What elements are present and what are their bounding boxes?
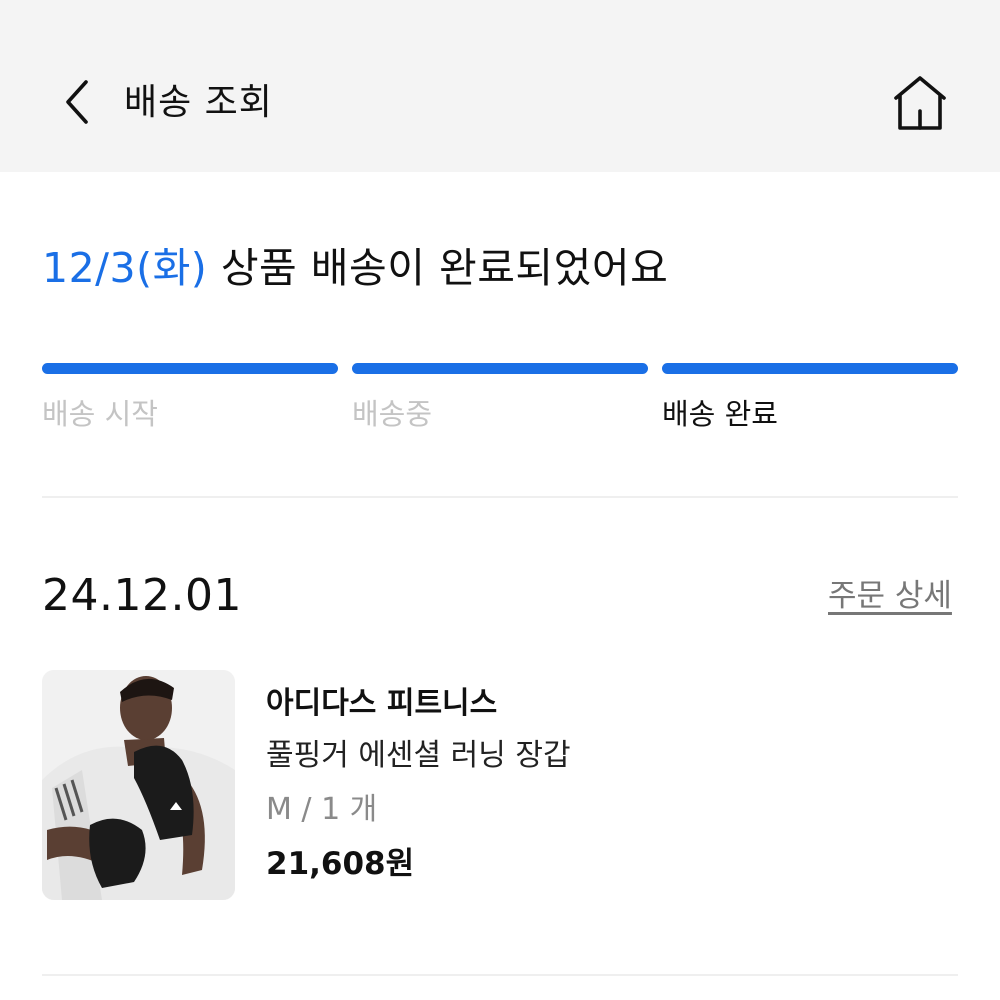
progress-label-in-transit: 배송중	[352, 397, 433, 431]
delivery-message: 상품 배송이 완료되었어요	[207, 244, 669, 292]
home-button[interactable]	[888, 70, 952, 134]
progress-bar-in-transit	[352, 363, 648, 374]
product-option: M / 1 개	[266, 792, 378, 827]
order-date: 24.12.01	[42, 570, 242, 621]
product-name[interactable]: 풀핑거 에센셜 러닝 장갑	[266, 734, 571, 778]
page-title: 배송 조회	[124, 82, 273, 123]
progress-bar-started	[42, 363, 338, 374]
top-app-bar: 배송 조회	[0, 0, 1000, 172]
delivery-status-headline: 12/3(화) 상품 배송이 완료되었어요	[42, 238, 668, 298]
progress-bar-delivered	[662, 363, 958, 374]
progress-label-started: 배송 시작	[42, 397, 158, 431]
progress-step-delivered: 배송 완료	[662, 363, 958, 434]
order-detail-link[interactable]: 주문 상세	[828, 574, 952, 618]
product-brand[interactable]: 아디다스 피트니스	[266, 682, 497, 726]
progress-step-started: 배송 시작	[42, 363, 338, 434]
progress-step-in-transit: 배송중	[352, 363, 648, 434]
home-icon	[894, 76, 946, 130]
progress-label-delivered: 배송 완료	[662, 397, 778, 431]
delivery-date: 12/3(화)	[42, 244, 208, 292]
product-image[interactable]	[42, 670, 235, 900]
section-divider	[42, 496, 958, 498]
section-divider-bottom	[42, 974, 958, 976]
product-price: 21,608원	[266, 846, 415, 882]
chevron-left-icon	[66, 80, 88, 124]
back-button[interactable]	[52, 70, 102, 134]
